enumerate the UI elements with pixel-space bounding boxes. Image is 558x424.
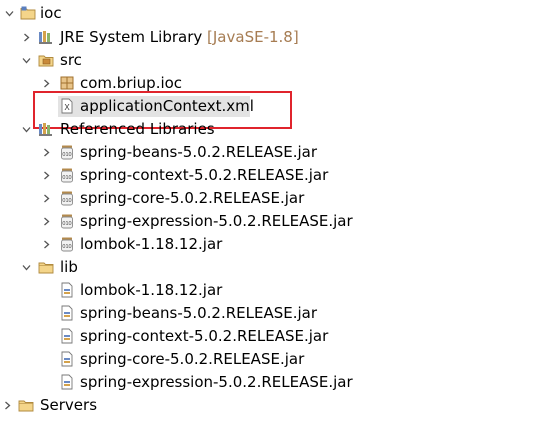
chevron-down-icon[interactable] <box>22 125 31 134</box>
library-icon <box>38 29 54 45</box>
project-folder-icon <box>20 5 36 21</box>
jar-file-icon <box>59 374 75 390</box>
chevron-right-icon[interactable] <box>42 79 51 88</box>
tree-item-label: spring-beans-5.0.2.RELEASE.jar <box>80 143 318 161</box>
jre-label: JRE System Library <box>60 28 203 46</box>
jar-file-icon <box>59 305 75 321</box>
chevron-down-icon[interactable] <box>5 9 14 18</box>
chevron-right-icon[interactable] <box>42 240 51 249</box>
jar-icon <box>59 144 75 160</box>
package-icon <box>59 75 75 91</box>
folder-icon <box>18 397 34 413</box>
tree-item-label: spring-core-5.0.2.RELEASE.jar <box>80 350 305 368</box>
jar-file-icon <box>59 328 75 344</box>
library-icon <box>38 121 54 137</box>
chevron-down-icon[interactable] <box>22 56 31 65</box>
tree-item-label: spring-expression-5.0.2.RELEASE.jar <box>80 212 353 230</box>
tree-item-label: lombok-1.18.12.jar <box>80 235 223 253</box>
tree-item-label: spring-context-5.0.2.RELEASE.jar <box>80 166 329 184</box>
jar-icon <box>59 167 75 183</box>
source-folder-icon <box>38 52 54 68</box>
chevron-down-icon[interactable] <box>22 263 31 272</box>
tree-item-label: lombok-1.18.12.jar <box>80 281 223 299</box>
chevron-right-icon[interactable] <box>3 401 12 410</box>
chevron-right-icon[interactable] <box>42 148 51 157</box>
tree-item-label: spring-core-5.0.2.RELEASE.jar <box>80 189 305 207</box>
chevron-right-icon[interactable] <box>42 217 51 226</box>
tree-item-label: spring-context-5.0.2.RELEASE.jar <box>80 327 329 345</box>
chevron-right-icon[interactable] <box>42 194 51 203</box>
tree-item-label: Servers <box>40 396 98 414</box>
tree-item-label: Referenced Libraries <box>60 120 215 138</box>
tree-item-label: JRE System Library [JavaSE-1.8] <box>60 26 299 49</box>
tree-item-label: lib <box>60 258 78 276</box>
jar-icon <box>59 190 75 206</box>
chevron-right-icon[interactable] <box>42 171 51 180</box>
jar-file-icon <box>59 351 75 367</box>
tree-item-label: spring-expression-5.0.2.RELEASE.jar <box>80 373 353 391</box>
chevron-right-icon[interactable] <box>22 33 31 42</box>
jar-file-icon <box>59 282 75 298</box>
jre-version-decoration: [JavaSE-1.8] <box>207 28 299 46</box>
tree-item-label: spring-beans-5.0.2.RELEASE.jar <box>80 304 318 322</box>
tree-item-label: src <box>60 51 82 69</box>
tree-item-label: ioc <box>40 4 62 22</box>
jar-icon <box>59 213 75 229</box>
folder-icon <box>38 259 54 275</box>
jar-icon <box>59 236 75 252</box>
